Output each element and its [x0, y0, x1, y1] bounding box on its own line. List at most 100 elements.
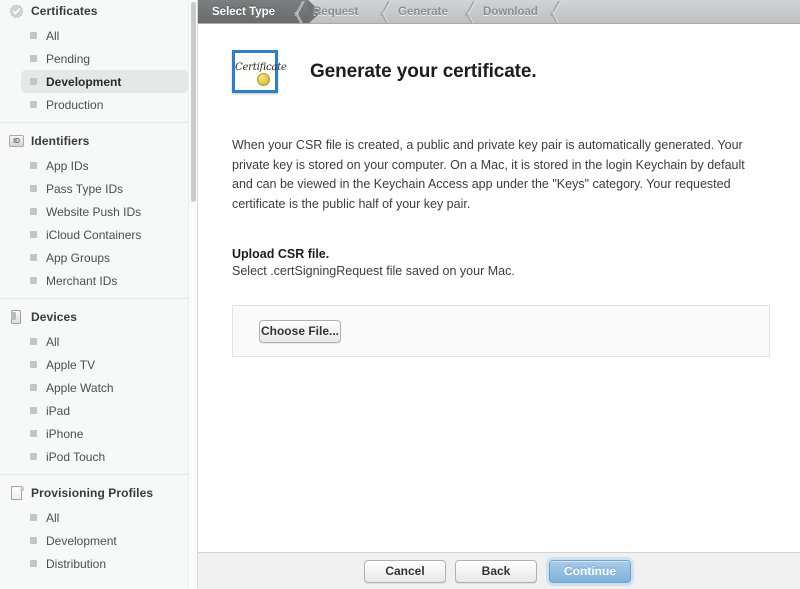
sidebar-item-label: All	[46, 29, 59, 43]
sidebar-item-label: Merchant IDs	[46, 274, 117, 288]
bullet-icon	[30, 254, 37, 261]
sidebar-scrollbar-track[interactable]	[188, 0, 197, 589]
sidebar-item-pass-type-ids[interactable]: Pass Type IDs	[21, 177, 188, 200]
sidebar-item-distribution[interactable]: Distribution	[21, 552, 188, 575]
step-separator-chevron-icon	[384, 0, 398, 24]
file-drop-panel: Choose File...	[232, 305, 770, 357]
sidebar-section: Certificates All Pending Development Product…	[0, 0, 197, 116]
bullet-icon	[30, 430, 37, 437]
sidebar-item-label: App IDs	[46, 159, 89, 173]
sidebar-item-icloud-containers[interactable]: iCloud Containers	[21, 223, 188, 246]
sidebar-item-label: Apple Watch	[46, 381, 114, 395]
sidebar-item-apple-tv[interactable]: Apple TV	[21, 353, 188, 376]
sidebar-item-merchant-ids[interactable]: Merchant IDs	[21, 269, 188, 292]
page-title: Generate your certificate.	[310, 61, 537, 83]
sidebar-section-header: Provisioning Profiles	[0, 482, 197, 504]
sidebar-item-development[interactable]: Development	[21, 70, 188, 93]
bullet-icon	[30, 560, 37, 567]
continue-focus-ring: Continue	[546, 557, 634, 586]
seal-check-icon	[9, 4, 24, 19]
certificate-icon: Certificate	[232, 50, 278, 93]
bullet-icon	[30, 162, 37, 169]
sidebar-section-title: Provisioning Profiles	[31, 486, 153, 500]
continue-button[interactable]: Continue	[549, 560, 631, 583]
sidebar-item-ipod-touch[interactable]: iPod Touch	[21, 445, 188, 468]
sidebar-item-label: iCloud Containers	[46, 228, 141, 242]
sidebar-item-all[interactable]: All	[21, 506, 188, 529]
sidebar-item-label: Website Push IDs	[46, 205, 141, 219]
step-separator-chevron-icon	[554, 0, 568, 24]
bullet-icon	[30, 514, 37, 521]
back-button[interactable]: Back	[455, 560, 537, 583]
bullet-icon	[30, 453, 37, 460]
bullet-icon	[30, 277, 37, 284]
sidebar-item-label: Development	[46, 75, 121, 89]
sidebar-item-app-groups[interactable]: App Groups	[21, 246, 188, 269]
content-area: Certificate Generate your certificate. W…	[198, 24, 800, 552]
sidebar-section-header: Devices	[0, 306, 197, 328]
bullet-icon	[30, 384, 37, 391]
sidebar-item-apple-watch[interactable]: Apple Watch	[21, 376, 188, 399]
app-window: Certificates All Pending Development Product…	[0, 0, 800, 589]
upload-subtext: Select .certSigningRequest file saved on…	[232, 264, 800, 278]
sidebar-item-label: Development	[46, 534, 117, 548]
sidebar-item-label: Pass Type IDs	[46, 182, 123, 196]
sidebar-item-all[interactable]: All	[21, 330, 188, 353]
sidebar-item-label: Apple TV	[46, 358, 95, 372]
bullet-icon	[30, 338, 37, 345]
sidebar-item-pending[interactable]: Pending	[21, 47, 188, 70]
bullet-icon	[30, 185, 37, 192]
bullet-icon	[30, 537, 37, 544]
sidebar-item-app-ids[interactable]: App IDs	[21, 154, 188, 177]
sidebar-scrollbar-thumb[interactable]	[191, 2, 196, 202]
bullet-icon	[30, 32, 37, 39]
sidebar-item-label: iPhone	[46, 427, 83, 441]
step-breadcrumb: Select TypeRequestGenerateDownload	[198, 0, 800, 24]
sidebar-item-all[interactable]: All	[21, 24, 188, 47]
step-separator-chevron-icon	[469, 0, 483, 24]
sidebar-item-development[interactable]: Development	[21, 529, 188, 552]
step-select-type[interactable]: Select Type	[198, 0, 275, 24]
bullet-icon	[30, 208, 37, 215]
sidebar: Certificates All Pending Development Product…	[0, 0, 198, 589]
sidebar-section: Provisioning Profiles All Development Distr…	[0, 474, 197, 575]
sidebar-item-label: All	[46, 335, 59, 349]
sidebar-item-website-push-ids[interactable]: Website Push IDs	[21, 200, 188, 223]
id-badge-label: ID	[9, 135, 24, 147]
sidebar-item-label: All	[46, 511, 59, 525]
hero-header: Certificate Generate your certificate.	[198, 24, 800, 93]
sidebar-item-label: Distribution	[46, 557, 106, 571]
sidebar-item-ipad[interactable]: iPad	[21, 399, 188, 422]
sidebar-item-iphone[interactable]: iPhone	[21, 422, 188, 445]
device-glyph	[11, 310, 21, 324]
choose-file-button[interactable]: Choose File...	[259, 320, 341, 343]
sidebar-section: IDIdentifiersApp IDsPass Type IDsWebsite…	[0, 122, 197, 292]
bullet-icon	[30, 78, 37, 85]
document-icon	[9, 486, 24, 501]
sidebar-item-label: App Groups	[46, 251, 110, 265]
body-paragraph: When your CSR file is created, a public …	[232, 136, 756, 214]
certificate-icon-caption: Certificate	[235, 62, 275, 73]
step-separator-chevron-icon	[298, 0, 312, 24]
footer-bar: Cancel Back Continue	[198, 552, 800, 589]
main-panel: Select TypeRequestGenerateDownload Certi…	[198, 0, 800, 589]
sidebar-item-label: Production	[46, 98, 103, 112]
sidebar-item-production[interactable]: Production	[21, 93, 188, 116]
sidebar-section-header: Certificates	[0, 0, 197, 22]
sidebar-section-title: Devices	[31, 310, 77, 324]
bullet-icon	[30, 407, 37, 414]
id-badge-icon: ID	[9, 134, 24, 149]
upload-heading: Upload CSR file.	[232, 247, 800, 261]
upload-section: Upload CSR file. Select .certSigningRequ…	[232, 247, 800, 278]
sidebar-item-label: iPod Touch	[46, 450, 105, 464]
bullet-icon	[30, 231, 37, 238]
bullet-icon	[30, 55, 37, 62]
sidebar-item-label: iPad	[46, 404, 70, 418]
sidebar-section-title: Certificates	[31, 4, 98, 18]
bullet-icon	[30, 101, 37, 108]
certificate-seal-icon	[257, 73, 270, 86]
cancel-button[interactable]: Cancel	[364, 560, 446, 583]
sidebar-section: Devices All Apple TV Apple Watch iPad iPhone i…	[0, 298, 197, 468]
bullet-icon	[30, 361, 37, 368]
sidebar-item-label: Pending	[46, 52, 90, 66]
